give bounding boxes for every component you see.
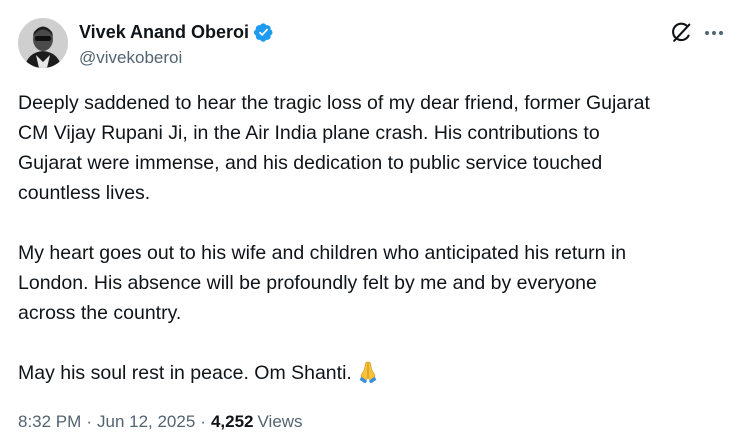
meta-separator: · xyxy=(200,412,206,431)
tweet-paragraph: Deeply saddened to hear the tragic loss … xyxy=(18,88,730,208)
text-line: London. His absence will be profoundly f… xyxy=(18,272,597,294)
tweet-time[interactable]: 8:32 PM xyxy=(18,412,81,431)
tweet-paragraph: My heart goes out to his wife and childr… xyxy=(18,238,730,328)
name-row: Vivek Anand Oberoi xyxy=(79,20,274,44)
text-line: Deeply saddened to hear the tragic loss … xyxy=(18,92,650,114)
tweet-card: Vivek Anand Oberoi @vivekoberoi Deeply s… xyxy=(0,0,745,447)
tweet-text: Deeply saddened to hear the tragic loss … xyxy=(18,88,730,418)
text-line-content: May his soul rest in peace. Om Shanti. xyxy=(18,362,352,384)
text-line: Gujarat were immense, and his dedication… xyxy=(18,152,603,174)
text-line: across the country. xyxy=(18,302,182,324)
avatar[interactable] xyxy=(18,18,68,68)
grok-icon[interactable] xyxy=(669,21,693,45)
tweet-meta: 8:32 PM · Jun 12, 2025 · 4,252 Views xyxy=(18,410,303,434)
views-count[interactable]: 4,252 xyxy=(211,412,254,431)
text-line: My heart goes out to his wife and childr… xyxy=(18,242,627,264)
meta-separator: · xyxy=(86,412,92,431)
avatar-image xyxy=(18,18,68,68)
tweet-paragraph: May his soul rest in peace. Om Shanti. xyxy=(18,358,730,388)
author-block: Vivek Anand Oberoi @vivekoberoi xyxy=(79,20,274,70)
author-name[interactable]: Vivek Anand Oberoi xyxy=(79,20,249,44)
folded-hands-emoji-icon xyxy=(356,359,380,384)
author-handle[interactable]: @vivekoberoi xyxy=(79,46,274,70)
text-line: countless lives. xyxy=(18,182,151,204)
views-label[interactable]: Views xyxy=(258,412,303,431)
tweet-date[interactable]: Jun 12, 2025 xyxy=(97,412,195,431)
verified-badge-icon xyxy=(253,22,274,43)
more-options-icon[interactable] xyxy=(702,21,726,45)
text-line: CM Vijay Rupani Ji, in the Air India pla… xyxy=(18,122,600,144)
text-line: May his soul rest in peace. Om Shanti. xyxy=(18,358,730,388)
